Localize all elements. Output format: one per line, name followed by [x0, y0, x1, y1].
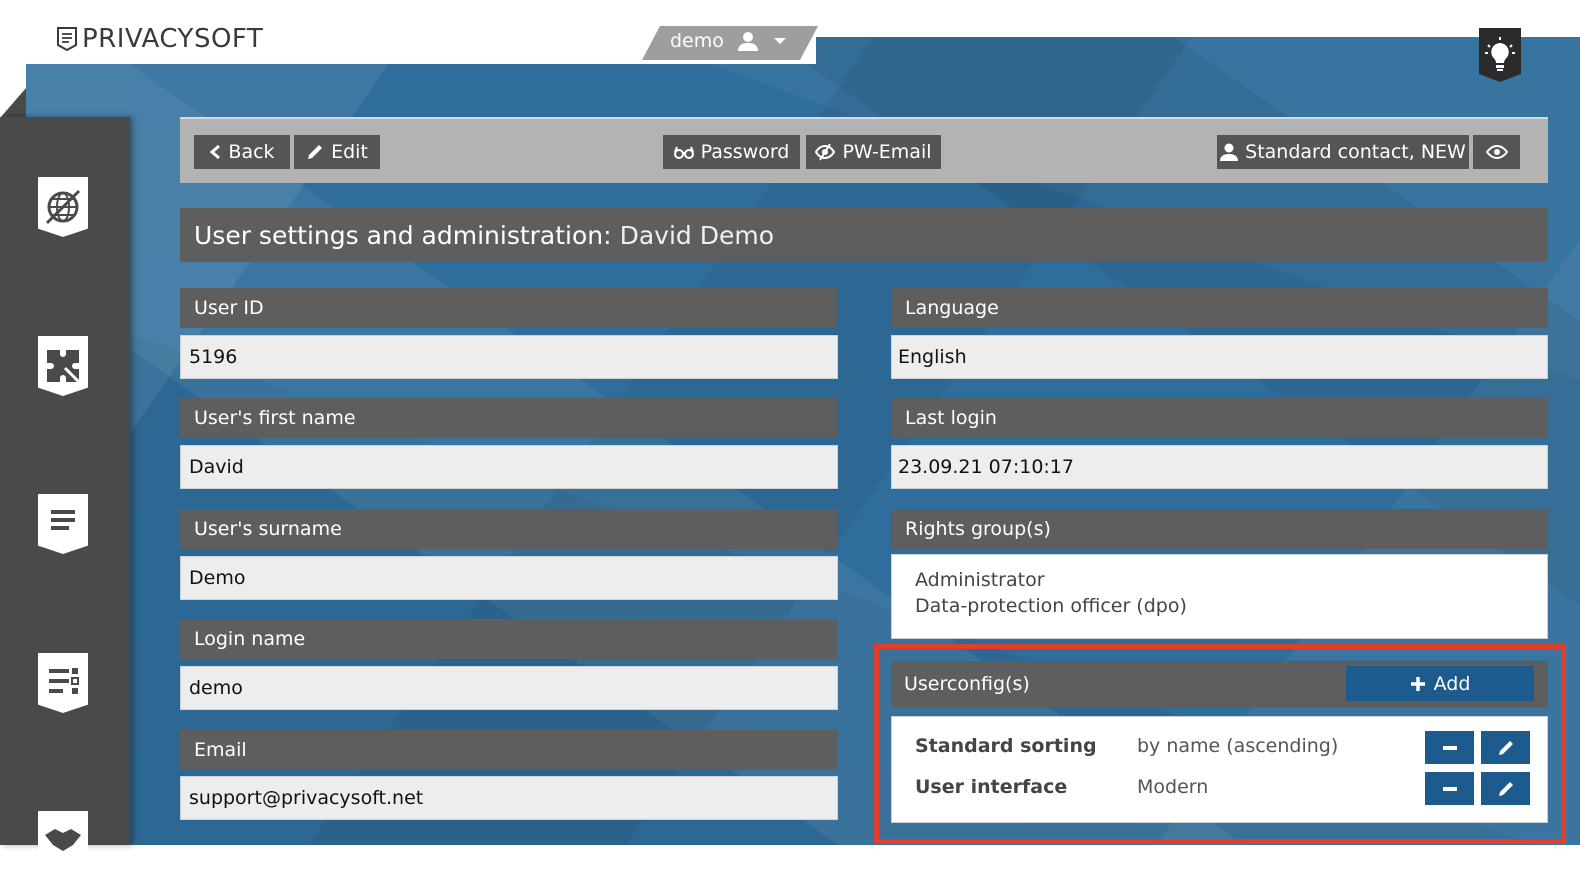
userconfig-key: Standard sorting [915, 735, 1097, 757]
user-icon [1220, 143, 1239, 161]
caret-down-icon [773, 38, 786, 44]
page-title: User settings and administration: David … [180, 208, 1548, 262]
lightbulb-icon [1485, 37, 1515, 71]
sidebar-item-globe[interactable] [38, 177, 88, 237]
checklist-icon [49, 668, 79, 694]
user-menu-tab[interactable]: demo [642, 26, 818, 60]
surname-label: User's surname [180, 509, 838, 549]
pencil-icon [308, 145, 323, 159]
handshake-icon [45, 829, 81, 851]
last-login-label: Last login [891, 398, 1548, 438]
surname-field: Demo [180, 556, 838, 600]
email-label: Email [180, 730, 838, 770]
lightbulb-button[interactable] [1479, 28, 1521, 82]
logo[interactable]: PRIVACYSOFT [56, 24, 263, 54]
sidebar-item-puzzle[interactable] [38, 336, 88, 396]
pencil-icon [1498, 781, 1513, 796]
list-item: Data-protection officer (dpo) [915, 595, 1187, 617]
glasses-icon [673, 146, 694, 159]
userconfig-key: User interface [915, 776, 1068, 798]
remove-userconfig-button[interactable] [1425, 772, 1474, 805]
sidebar-corner [0, 88, 26, 118]
logo-icon [57, 27, 77, 52]
pw-email-button[interactable]: PW-Email [806, 135, 941, 169]
page-title-prefix: User settings and administration: [194, 220, 612, 250]
minus-icon [1442, 745, 1457, 750]
edit-userconfig-button[interactable] [1481, 772, 1530, 805]
password-button[interactable]: Password [663, 135, 800, 169]
user-id-label: User ID [180, 288, 838, 328]
sidebar-item-handshake[interactable] [38, 811, 88, 871]
first-name-label: User's first name [180, 398, 838, 438]
edit-userconfig-button[interactable] [1481, 731, 1530, 764]
toolbar: Back Edit Password PW-Email Standard con… [180, 117, 1548, 183]
username-label: demo [670, 30, 724, 52]
email-field: support@privacysoft.net [180, 776, 838, 820]
pencil-icon [1498, 740, 1513, 755]
user-icon [737, 32, 758, 51]
rights-groups-list: Administrator Data-protection officer (d… [891, 554, 1548, 639]
remove-userconfig-button[interactable] [1425, 731, 1474, 764]
last-login-field: 23.09.21 07:10:17 [891, 445, 1548, 489]
document-icon [51, 510, 75, 530]
first-name-field: David [180, 445, 838, 489]
sidebar-item-checklist[interactable] [38, 653, 88, 713]
sidebar-item-document[interactable] [38, 494, 88, 554]
userconfig-value: by name (ascending) [1137, 735, 1339, 757]
back-button[interactable]: Back [194, 135, 290, 169]
edit-button[interactable]: Edit [294, 135, 380, 169]
userconfig-value: Modern [1137, 776, 1209, 798]
login-name-field: demo [180, 666, 838, 710]
language-label: Language [891, 288, 1548, 328]
eye-slash-icon [815, 143, 836, 161]
login-name-label: Login name [180, 619, 838, 659]
eye-icon [1485, 145, 1508, 159]
view-button[interactable] [1473, 135, 1520, 169]
user-id-field: 5196 [180, 335, 838, 379]
list-item: Administrator [915, 569, 1045, 591]
standard-contact-button[interactable]: Standard contact, NEW [1217, 135, 1469, 169]
language-field: English [891, 335, 1548, 379]
globe-icon [45, 189, 81, 225]
page-title-name: David Demo [619, 220, 774, 250]
chevron-left-icon [210, 144, 221, 160]
rights-groups-label: Rights group(s) [891, 509, 1548, 549]
minus-icon [1442, 786, 1457, 791]
sidebar [0, 117, 130, 871]
puzzle-icon [47, 350, 81, 384]
add-userconfig-button[interactable]: Add [1346, 666, 1534, 701]
plus-icon [1410, 676, 1425, 691]
userconfig-label: Userconfig(s) [904, 673, 1030, 695]
logo-text: PRIVACYSOFT [82, 24, 264, 54]
